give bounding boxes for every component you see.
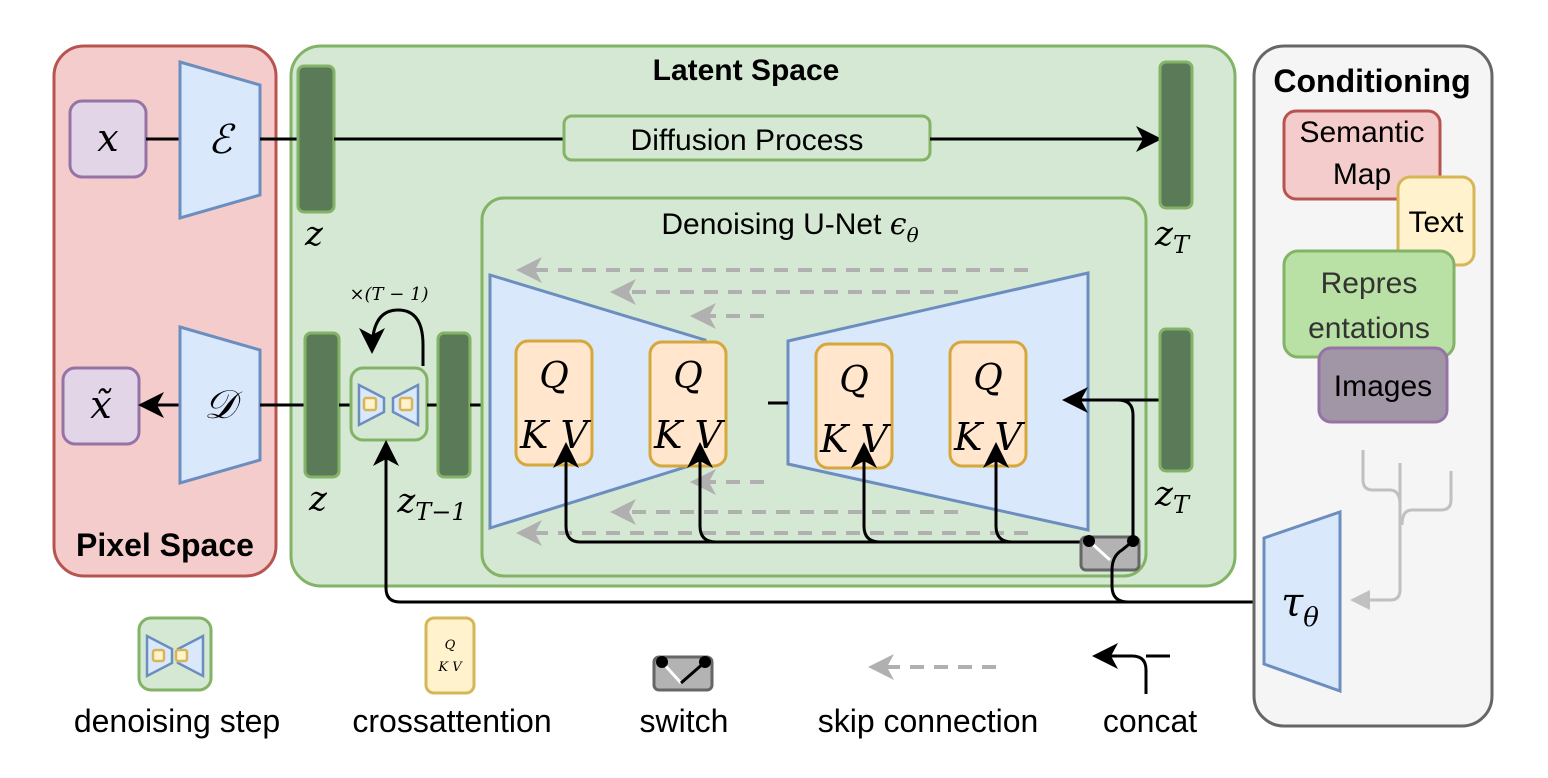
text-label: Text [1408, 206, 1464, 239]
semantic-map-line-2: Map [1333, 158, 1391, 191]
cond-representations: Repres entations [1282, 249, 1456, 359]
legend-kv: K V [437, 660, 463, 675]
legend-concat-label: concat [1103, 703, 1197, 739]
zT-bottom-z: z [1154, 474, 1174, 514]
legend-crossattention: Q K V crossattention [352, 616, 552, 739]
z-top-label: z [304, 214, 324, 254]
latent-space-title: Latent Space [653, 54, 840, 87]
unet-title-epsilon: ϵ [890, 207, 907, 242]
switch-icon [652, 655, 714, 692]
conditioning-panel: Conditioning Semantic Map Text Repres en… [1252, 44, 1494, 728]
step-attn-left [362, 396, 378, 412]
qkv-block-4: Q K V [948, 340, 1028, 468]
qkv-kv-1: K V [519, 413, 591, 457]
switch-contact-left [1083, 535, 1095, 547]
z-bottom-label: z [308, 479, 328, 519]
output-x-tilde-label: x̃ [90, 383, 111, 427]
legend-switch: switch [640, 655, 729, 739]
input-x-label: x [97, 116, 118, 160]
latent-space-panel: Latent Space z Diffusion Process zT z ×(… [260, 44, 1237, 588]
latent-zT-top [1158, 60, 1194, 210]
qkv-q-3: Q [839, 360, 869, 401]
encoder-label: ℰ [208, 117, 236, 163]
qkv-q-1: Q [539, 356, 569, 397]
latent-z-bottom [303, 331, 341, 479]
latent-zT-bottom [1158, 327, 1194, 473]
representations-line-2: entations [1308, 312, 1430, 345]
zT-top-z: z [1154, 214, 1174, 254]
qkv-block-2: Q K V [648, 340, 728, 468]
semantic-map-line-1: Semantic [1299, 116, 1424, 149]
pixel-space-panel: Pixel Space x ℰ x̃ 𝒟 [52, 44, 278, 578]
legend-switch-label: switch [640, 703, 729, 739]
concat-icon [1092, 643, 1148, 694]
qkv-kv-4: K V [953, 415, 1025, 459]
qkv-q-2: Q [673, 356, 703, 397]
zT1-z: z [396, 481, 416, 521]
images-label: Images [1334, 370, 1432, 403]
latent-z-top [296, 64, 336, 214]
denoising-step-icon [137, 616, 213, 692]
representations-line-1: Repres [1321, 267, 1418, 300]
unet-panel: Denoising U-Net ϵθ Q K V Q K V Q K V Q K… [480, 196, 1148, 578]
crossattention-icon: Q K V [424, 616, 476, 695]
tau-symbol: τ [1281, 580, 1304, 626]
legend-denoising-step: denoising step [74, 616, 280, 739]
qkv-block-3: Q K V [814, 342, 894, 470]
legend-denoising-step-label: denoising step [74, 703, 280, 739]
conditioning-title: Conditioning [1273, 63, 1470, 99]
legend-concat: concat [1092, 643, 1197, 739]
zT1-sub: T−1 [415, 498, 466, 526]
latent-zT-minus-1 [436, 331, 472, 479]
step-attn-right [398, 396, 414, 412]
denoising-step-block [349, 366, 429, 442]
pixel-space-title: Pixel Space [76, 527, 254, 563]
switch-block [1079, 535, 1141, 572]
diffusion-process-label: Diffusion Process [631, 124, 864, 157]
qkv-kv-3: K V [819, 417, 891, 461]
zT-bottom-sub: T [1173, 491, 1191, 519]
legend-crossattention-label: crossattention [352, 703, 551, 739]
qkv-q-4: Q [973, 358, 1003, 399]
zT-top-sub: T [1173, 231, 1191, 259]
latent-diffusion-diagram: Pixel Space x ℰ x̃ 𝒟 Latent Space z Diff… [52, 44, 1494, 739]
legend-skip-connection-label: skip connection [818, 703, 1039, 739]
unet-title-text: Denoising U-Net [661, 208, 889, 241]
qkv-kv-2: K V [653, 413, 725, 457]
unet-title-theta: θ [907, 223, 919, 247]
qkv-block-1: Q K V [514, 339, 594, 467]
tau-sub: θ [1303, 603, 1319, 633]
legend-skip-connection: skip connection [818, 654, 1039, 739]
legend-q: Q [445, 638, 456, 653]
legend: denoising step Q K V crossattention swit… [74, 616, 1197, 739]
repeat-label: ×(T − 1) [349, 284, 428, 305]
cond-images: Images [1317, 346, 1449, 424]
